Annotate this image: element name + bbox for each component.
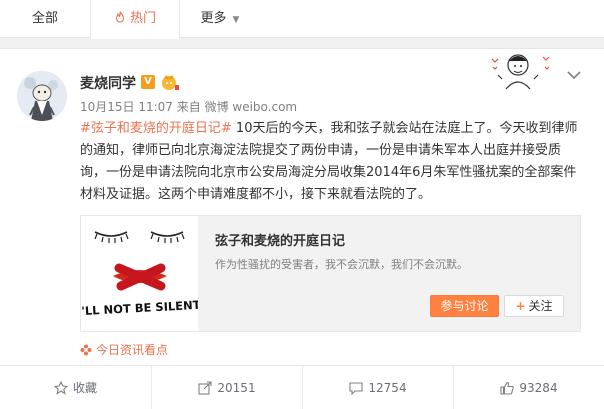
share-title[interactable]: 弦子和麦烧的开庭日记 [215,230,345,249]
forward-icon [198,381,212,395]
chevron-down-icon[interactable] [565,68,583,82]
thumbs-up-icon [500,381,515,395]
shared-topic-card[interactable]: I'LL NOT BE SILENT 弦子和麦烧的开庭日记 作为性骚扰的受害者，… [77,215,581,332]
tab-hot-label: 热门 [129,11,156,26]
post-text: #弦子和麦烧的开庭日记# 10天后的今天，我和弦子就会站在法庭上了。今天收到律师… [80,118,585,206]
top-tab-bar: 全部 热门 更多 ▼ [0,0,604,39]
plus-icon: + [515,299,526,313]
silent-face-illustration: I'LL NOT BE SILENT [77,216,201,331]
flame-icon [115,11,125,23]
comment-button[interactable]: 12754 [302,366,453,409]
chevron-down-icon: ▼ [232,15,240,25]
join-discussion-button[interactable]: 参与讨论 [430,295,499,317]
source-label: 今日资讯看点 [96,343,169,357]
favorite-button[interactable]: 收藏 [0,366,151,409]
follow-label: 关注 [528,299,553,313]
verified-v-icon[interactable]: V [141,75,155,89]
username[interactable]: 麦烧同学 [80,73,136,93]
comment-icon [349,382,363,396]
source-link[interactable]: 今日资讯看点 [80,341,168,358]
action-bar: 收藏 20151 12754 93284 [0,365,604,409]
share-description: 作为性骚扰的受害者，我不会沉默，我们不会沉默。 [215,258,468,271]
like-button[interactable]: 93284 [453,366,604,409]
tab-more-label: 更多 [200,11,227,26]
avatar[interactable] [17,71,67,121]
star-icon [53,380,69,395]
tab-all[interactable]: 全部 [0,0,90,38]
tab-all-label: 全部 [31,11,58,26]
post-card: 麦烧同学 V 10月15日 11:07 来自 微博 weibo.com #弦子和… [0,48,604,409]
forward-button[interactable]: 20151 [151,366,302,409]
hashtag-link[interactable]: #弦子和麦烧的开庭日记# [80,121,232,136]
topic-image[interactable]: I'LL NOT BE SILENT [77,216,201,331]
forward-count: 20151 [217,381,256,395]
like-count: 93284 [519,381,558,395]
flower-icon [80,344,92,356]
favorite-label: 收藏 [72,381,97,395]
follow-button[interactable]: + 关注 [504,295,564,317]
decorative-sticker-icon [491,54,550,90]
member-crown-icon[interactable] [160,73,180,91]
post-meta: 10月15日 11:07 来自 微博 weibo.com [80,100,298,114]
tab-more[interactable]: 更多 ▼ [180,0,260,38]
comment-count: 12754 [368,381,407,395]
tab-hot[interactable]: 热门 [90,0,180,39]
avatar-image [17,71,67,121]
